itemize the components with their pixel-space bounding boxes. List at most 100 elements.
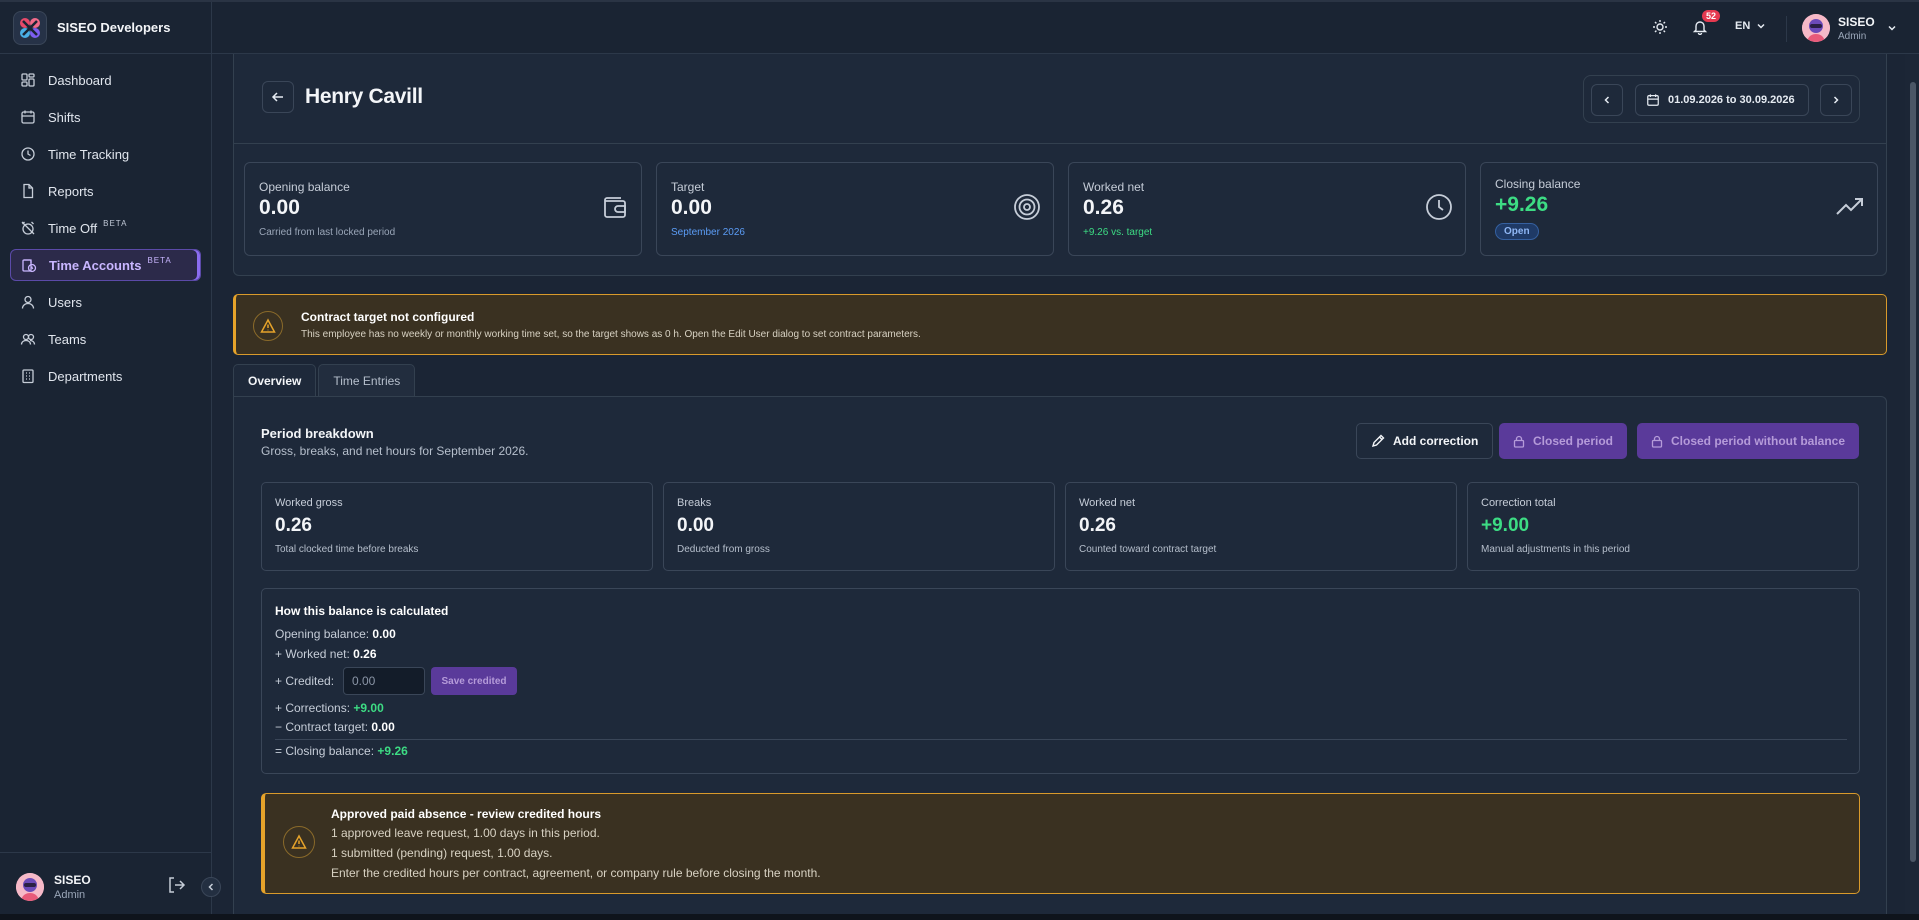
sidebar-item-time-off[interactable]: Time Off BETA <box>10 212 201 244</box>
calc-value: +9.00 <box>353 701 384 715</box>
alarm-off-icon <box>21 221 35 235</box>
card-label: Worked net <box>1079 497 1136 509</box>
stat-value: 0.00 <box>259 196 300 219</box>
sidebar-item-label: Dashboard <box>48 72 112 88</box>
sidebar-item-label: Reports <box>48 183 94 199</box>
sidebar-item-users[interactable]: Users <box>10 286 201 318</box>
card-value: 0.00 <box>677 515 714 536</box>
page-title: Henry Cavill <box>305 85 423 108</box>
avatar[interactable] <box>16 872 44 901</box>
pencil-icon <box>1371 434 1385 448</box>
card-sub: Counted toward contract target <box>1079 544 1217 555</box>
back-button[interactable] <box>262 81 294 113</box>
header-top: Henry Cavill 01.09.2026 to 30.09.2026 <box>234 54 1886 144</box>
button-label: Closed period <box>1533 434 1614 448</box>
sidebar-item-time-tracking[interactable]: Time Tracking <box>10 138 201 170</box>
dashboard-icon <box>21 73 35 87</box>
lock-icon <box>1513 435 1525 448</box>
stat-card-target: Target 0.00 September 2026 <box>656 162 1054 256</box>
calculation-title: How this balance is calculated <box>275 604 449 618</box>
save-credited-button[interactable]: Save credited <box>431 667 517 695</box>
date-range-picker[interactable]: 01.09.2026 to 30.09.2026 <box>1635 84 1809 116</box>
card-sub: Total clocked time before breaks <box>275 544 419 555</box>
user-icon <box>21 295 35 309</box>
calc-corrections-line: + Corrections: +9.00 <box>275 701 384 715</box>
user-menu[interactable]: SISEO Admin <box>1802 14 1897 42</box>
sidebar-item-reports[interactable]: Reports <box>10 175 201 207</box>
tab-overview[interactable]: Overview <box>233 364 317 396</box>
sidebar: SISEO Developers Dashboard Shifts Time T… <box>0 2 221 920</box>
scrollbar-thumb[interactable] <box>1910 82 1916 862</box>
logout-icon[interactable] <box>166 875 186 898</box>
card-sub: Deducted from gross <box>677 544 770 555</box>
card-value: 0.26 <box>275 515 312 536</box>
card-label: Breaks <box>677 497 712 509</box>
clock-icon <box>1425 193 1453 224</box>
beta-badge: BETA <box>103 218 128 228</box>
clock-icon <box>21 147 35 161</box>
stat-value: 0.00 <box>671 196 712 219</box>
sidebar-item-dashboard[interactable]: Dashboard <box>10 64 201 96</box>
calc-label: Opening balance: <box>275 627 370 641</box>
sidebar-item-label: Departments <box>48 368 123 384</box>
brand-name: SISEO Developers <box>57 20 171 35</box>
sidebar-nav: Dashboard Shifts Time Tracking Reports T… <box>0 54 211 392</box>
closed-period-button[interactable]: Closed period <box>1499 423 1628 459</box>
alert-text: This employee has no weekly or monthly w… <box>301 329 921 340</box>
sidebar-item-shifts[interactable]: Shifts <box>10 101 201 133</box>
arrow-left-icon <box>271 92 283 102</box>
sidebar-footer: SISEO Admin <box>0 852 221 920</box>
stat-label: Worked net <box>1083 180 1145 194</box>
calc-label: + Worked net: <box>275 647 350 661</box>
notification-count-badge: 52 <box>1702 10 1721 22</box>
button-label: Closed period without balance <box>1671 434 1846 448</box>
sidebar-item-label: Teams <box>48 331 87 347</box>
stat-value: 0.26 <box>1083 196 1124 219</box>
brand-logo <box>13 10 47 45</box>
contract-warning-alert: Contract target not configured This empl… <box>233 294 1887 355</box>
breakdown-card-worked-net: Worked net 0.26 Counted toward contract … <box>1065 482 1457 571</box>
calc-closing-line: = Closing balance: +9.26 <box>275 744 408 758</box>
sidebar-item-time-accounts[interactable]: Time Accounts BETA <box>10 249 201 281</box>
card-label: Worked gross <box>275 497 343 509</box>
card-value: 0.26 <box>1079 515 1116 536</box>
collapse-sidebar-button[interactable] <box>201 877 221 897</box>
sidebar-item-teams[interactable]: Teams <box>10 323 201 355</box>
warning-icon <box>253 311 283 341</box>
theme-toggle-icon[interactable] <box>1652 19 1668 38</box>
previous-period-button[interactable] <box>1591 84 1623 116</box>
sidebar-user-info: SISEO Admin <box>54 873 91 901</box>
tab-time-entries[interactable]: Time Entries <box>318 364 416 396</box>
trending-up-icon <box>1835 193 1865 224</box>
wallet-icon <box>601 193 629 224</box>
calendar-icon <box>21 110 35 124</box>
calc-label: = Closing balance: <box>275 744 375 758</box>
paid-absence-alert: Approved paid absence - review credited … <box>261 793 1860 894</box>
header-card: Henry Cavill 01.09.2026 to 30.09.2026 Op… <box>233 54 1887 276</box>
sidebar-item-label: Users <box>48 294 82 310</box>
user-name: SISEO <box>1838 14 1875 29</box>
bell-icon[interactable] <box>1692 19 1708 38</box>
language-label: EN <box>1735 20 1751 32</box>
user-role: Admin <box>54 888 86 901</box>
sidebar-item-departments[interactable]: Departments <box>10 360 201 392</box>
add-correction-button[interactable]: Add correction <box>1356 423 1494 459</box>
brand[interactable]: SISEO Developers <box>0 2 211 54</box>
stat-card-worked-net: Worked net 0.26 +9.26 vs. target <box>1068 162 1466 256</box>
next-period-button[interactable] <box>1820 84 1852 116</box>
balance-calculation: How this balance is calculated Opening b… <box>261 588 1860 774</box>
calc-opening-line: Opening balance: 0.00 <box>275 627 396 641</box>
alert-line: Enter the credited hours per contract, a… <box>331 866 821 880</box>
language-select[interactable]: EN <box>1735 20 1766 32</box>
divider <box>275 739 1847 740</box>
date-range-nav: 01.09.2026 to 30.09.2026 <box>1583 75 1860 123</box>
tabs: Overview Time Entries <box>233 364 417 396</box>
calendar-icon <box>1647 94 1659 106</box>
warning-icon <box>283 826 315 858</box>
sidebar-item-label: Time Tracking <box>48 146 130 162</box>
calc-value: 0.00 <box>372 627 396 641</box>
calc-value: +9.26 <box>377 744 408 758</box>
closed-period-without-balance-button[interactable]: Closed period without balance <box>1637 423 1860 459</box>
credited-input[interactable]: 0.00 <box>343 667 425 695</box>
stat-value: +9.26 <box>1495 193 1549 216</box>
